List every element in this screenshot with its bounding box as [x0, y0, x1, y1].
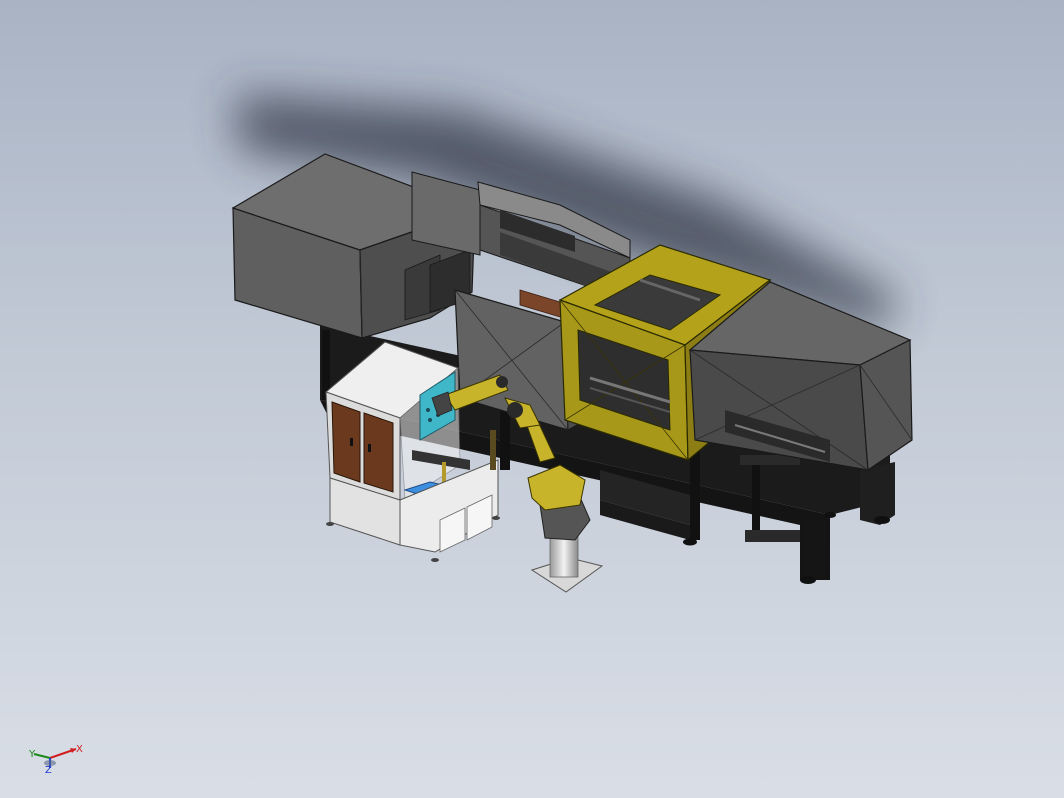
triad-x-label: X — [76, 744, 83, 755]
triad-y-label: Y — [29, 749, 36, 760]
coordinate-triad: X Y Z — [22, 738, 92, 782]
assembly-model-view[interactable] — [0, 0, 1064, 798]
cabinet-upper-door-left[interactable] — [331, 401, 361, 483]
cad-graphics-viewport[interactable]: X Y Z — [0, 0, 1064, 798]
cabinet-upper-door-right[interactable] — [363, 412, 394, 493]
robot-pedestal — [549, 534, 579, 578]
triad-z-label: Z — [45, 765, 52, 776]
